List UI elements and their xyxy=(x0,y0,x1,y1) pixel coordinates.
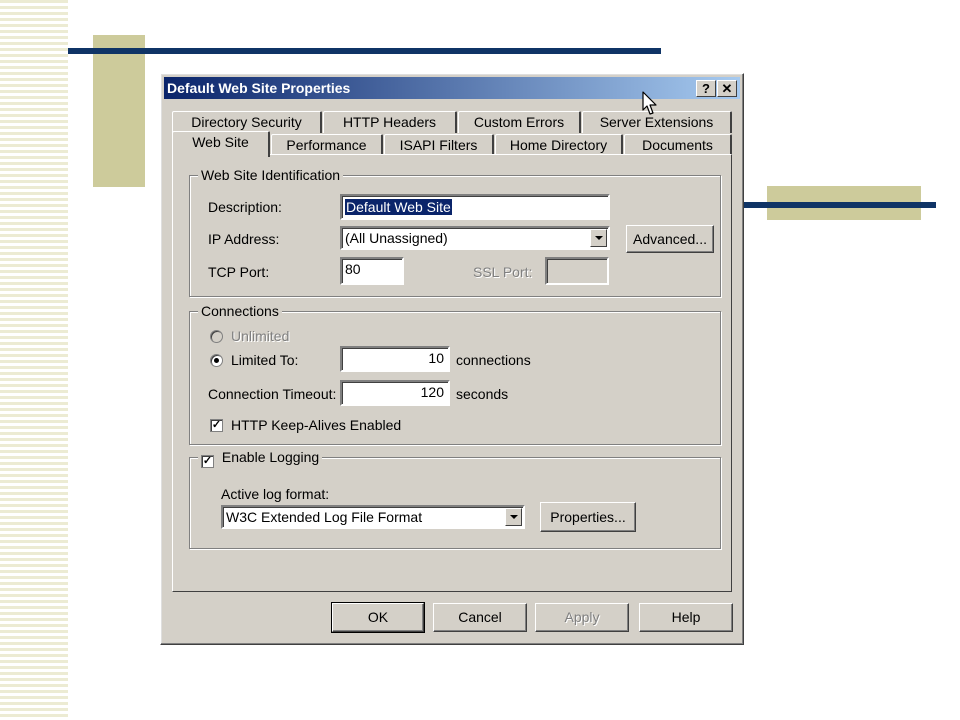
striped-side-decoration xyxy=(0,0,68,720)
description-label: Description: xyxy=(208,199,282,215)
tcp-port-field[interactable]: 80 xyxy=(340,257,404,285)
close-title-button[interactable]: ✕ xyxy=(717,80,737,97)
tab-http-headers[interactable]: HTTP Headers xyxy=(323,111,457,133)
tcp-port-label: TCP Port: xyxy=(208,264,270,280)
keep-alives-checkbox[interactable]: ✓ xyxy=(210,419,223,432)
help-button[interactable]: Help xyxy=(639,603,733,632)
ip-address-label: IP Address: xyxy=(208,231,280,247)
seconds-unit: seconds xyxy=(456,386,509,402)
enable-logging-legend: ✓ Enable Logging xyxy=(198,449,323,468)
ssl-port-label: SSL Port: xyxy=(473,264,533,280)
enable-logging-label: Enable Logging xyxy=(221,449,320,465)
tab-home-directory[interactable]: Home Directory xyxy=(495,134,623,156)
connection-timeout-label: Connection Timeout: xyxy=(208,386,337,402)
enable-logging-checkbox[interactable]: ✓ xyxy=(201,455,214,468)
connections-group: Connections Unlimited Limited To: 10 con… xyxy=(189,303,721,445)
identification-group: Web Site Identification Description: Def… xyxy=(189,167,721,297)
dialog-title: Default Web Site Properties xyxy=(167,80,351,96)
log-format-value: W3C Extended Log File Format xyxy=(226,509,423,525)
olive-block-decoration xyxy=(93,35,145,187)
description-value: Default Web Site xyxy=(345,199,452,215)
logging-group: ✓ Enable Logging Active log format: W3C … xyxy=(189,449,721,549)
log-properties-button[interactable]: Properties... xyxy=(540,502,636,532)
unlimited-label: Unlimited xyxy=(231,328,290,344)
navy-bar-decoration-right xyxy=(744,202,936,208)
apply-button: Apply xyxy=(535,603,629,632)
tab-panel-web-site: Web Site Identification Description: Def… xyxy=(172,154,732,592)
checkmark-icon: ✓ xyxy=(202,455,213,467)
tab-web-site[interactable]: Web Site xyxy=(172,131,270,157)
keep-alives-label: HTTP Keep-Alives Enabled xyxy=(231,417,402,433)
tab-documents[interactable]: Documents xyxy=(624,134,732,156)
ip-address-dropdown[interactable]: (All Unassigned) xyxy=(340,226,610,250)
log-format-dropdown[interactable]: W3C Extended Log File Format xyxy=(221,505,525,529)
ip-address-value: (All Unassigned) xyxy=(345,230,448,246)
advanced-button[interactable]: Advanced... xyxy=(626,225,714,253)
connections-legend: Connections xyxy=(198,303,282,319)
help-title-button[interactable]: ? xyxy=(696,80,716,97)
chevron-down-icon[interactable] xyxy=(590,229,607,247)
limited-to-label: Limited To: xyxy=(231,352,299,368)
active-log-format-label: Active log format: xyxy=(221,486,330,502)
ssl-port-field xyxy=(545,257,609,285)
connections-unit: connections xyxy=(456,352,531,368)
limited-to-field[interactable]: 10 xyxy=(340,346,450,372)
tab-custom-errors[interactable]: Custom Errors xyxy=(458,111,581,133)
description-field[interactable]: Default Web Site xyxy=(340,194,610,220)
limited-to-radio[interactable] xyxy=(210,354,223,367)
unlimited-radio xyxy=(210,330,223,343)
tab-isapi-filters[interactable]: ISAPI Filters xyxy=(384,134,494,156)
ok-button[interactable]: OK xyxy=(331,602,425,633)
checkmark-icon: ✓ xyxy=(211,419,222,431)
tab-directory-security[interactable]: Directory Security xyxy=(172,111,322,133)
connection-timeout-field[interactable]: 120 xyxy=(340,380,450,406)
cancel-button[interactable]: Cancel xyxy=(433,603,527,632)
tab-performance[interactable]: Performance xyxy=(271,134,383,156)
identification-legend: Web Site Identification xyxy=(198,167,344,183)
chevron-down-icon[interactable] xyxy=(505,508,522,526)
properties-dialog: Default Web Site Properties ? ✕ Director… xyxy=(160,73,744,645)
mouse-pointer-icon xyxy=(642,91,657,115)
navy-bar-decoration xyxy=(68,48,661,54)
